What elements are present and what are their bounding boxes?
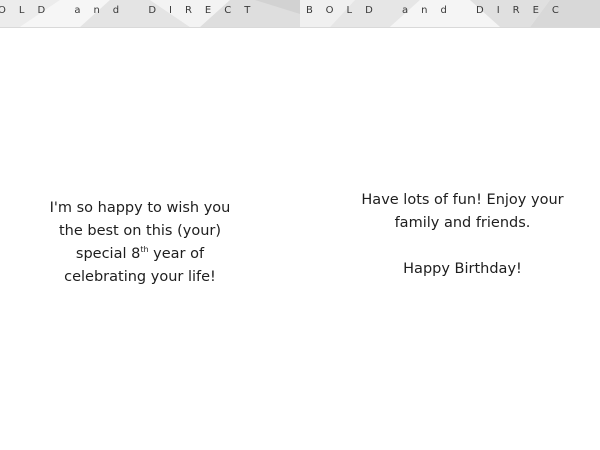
message-line: celebrating your life! [64, 269, 216, 285]
ordinal-suffix: th [140, 245, 149, 254]
header-banner-right: BOLD and DIREC [300, 0, 600, 28]
inside-left-message: I'm so happy to wish you the best on thi… [0, 197, 280, 289]
banner-text-right: BOLD and DIREC [306, 5, 572, 16]
header-banner-left: OLD and DIRECT [0, 0, 300, 28]
message-line: family and friends. [394, 215, 531, 231]
message-text: year of [148, 246, 205, 262]
message-line-ordinal: special 8th year of [0, 243, 280, 266]
banner-text-left: OLD and DIRECT [0, 5, 264, 16]
birthday-greeting: Happy Birthday! [403, 261, 522, 277]
message-text: special 8 [75, 246, 141, 262]
message-line: Have lots of fun! Enjoy your [361, 192, 564, 208]
message-line: the best on this (your) [58, 223, 222, 239]
inside-right-message: Have lots of fun! Enjoy your family and … [315, 189, 600, 281]
message-line: I'm so happy to wish you [49, 200, 231, 216]
